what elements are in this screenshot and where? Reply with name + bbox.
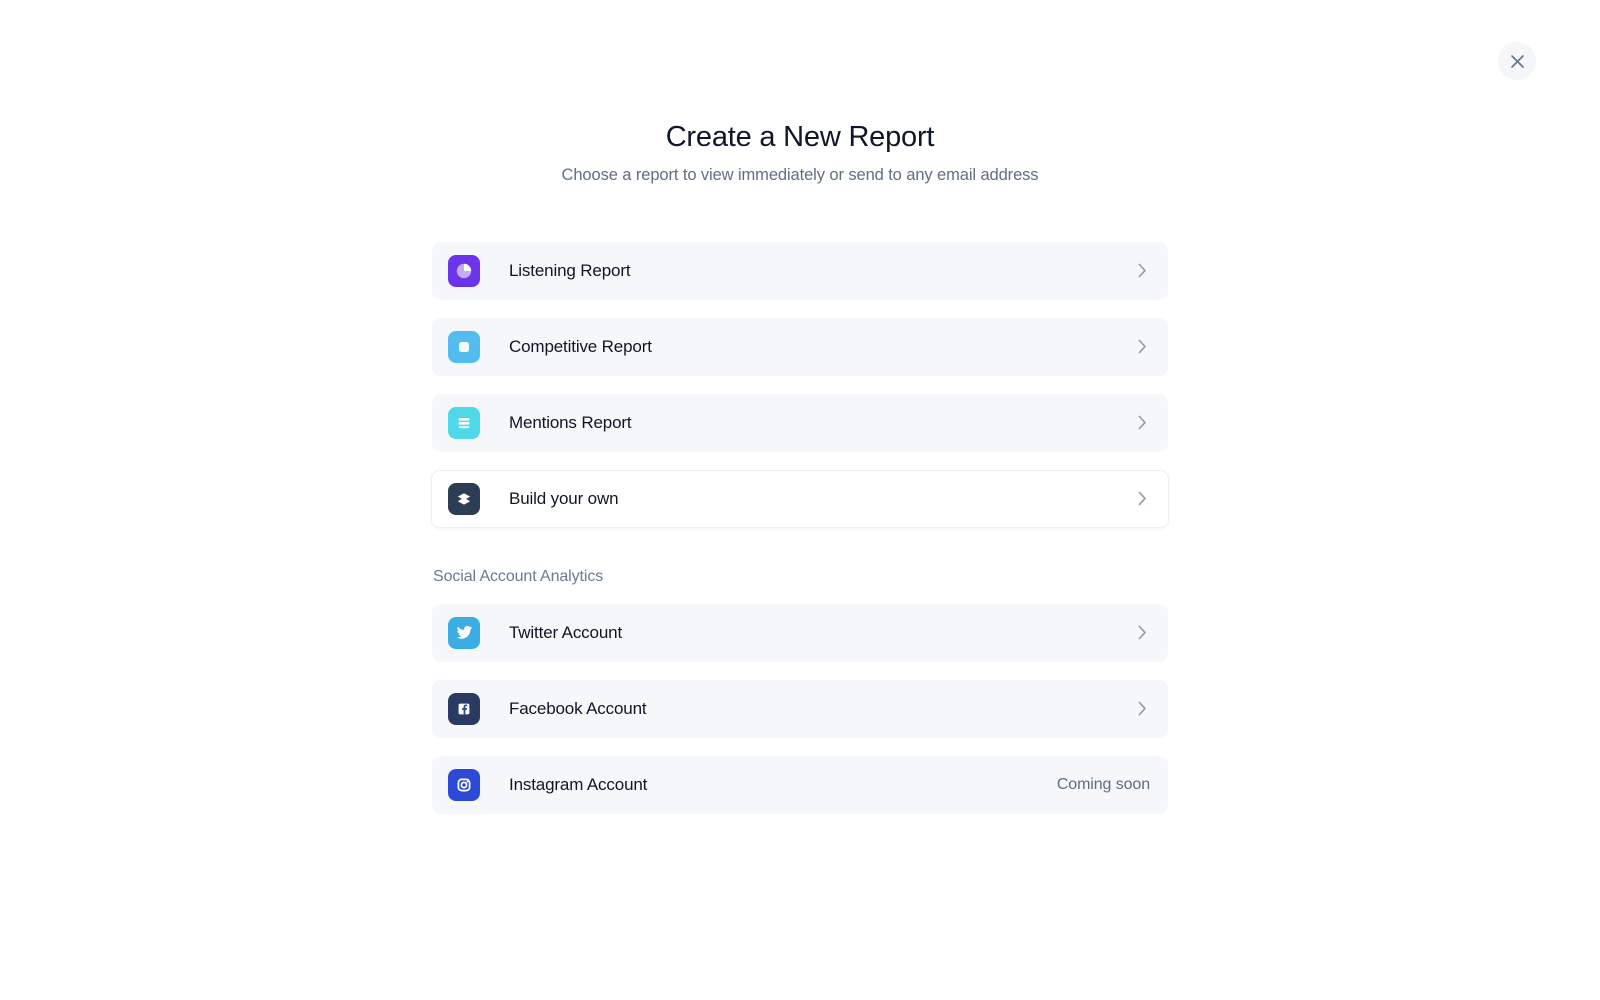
report-option-build-your-own[interactable]: Build your own — [431, 469, 1169, 528]
social-option-label: Instagram Account — [509, 774, 648, 794]
facebook-f-icon — [448, 692, 480, 725]
layers-stack-icon — [448, 482, 480, 515]
report-option-label: Listening Report — [509, 260, 631, 280]
close-button[interactable] — [1498, 42, 1536, 80]
close-icon — [1510, 54, 1525, 69]
report-option-label: Build your own — [509, 488, 619, 508]
listening-pie-icon — [448, 254, 480, 287]
create-report-modal: Create a New Report Choose a report to v… — [0, 0, 1600, 1000]
social-option-facebook[interactable]: Facebook Account — [432, 679, 1168, 738]
status-badge-coming-soon: Coming soon — [1056, 775, 1150, 793]
mentions-list-icon — [448, 406, 480, 439]
chevron-right-icon[interactable] — [1134, 625, 1150, 640]
page-subtitle: Choose a report to view immediately or s… — [561, 165, 1039, 184]
report-option-label: Competitive Report — [509, 336, 652, 356]
chevron-right-icon[interactable] — [1134, 415, 1150, 430]
social-option-label: Twitter Account — [509, 622, 623, 642]
social-option-label: Facebook Account — [509, 698, 647, 718]
chevron-right-icon[interactable] — [1134, 701, 1150, 716]
page-title: Create a New Report — [665, 121, 935, 153]
report-option-mentions[interactable]: Mentions Report — [432, 393, 1168, 452]
report-option-label: Mentions Report — [509, 412, 632, 432]
report-options-list: Listening Report Competitive Report Ment… — [431, 185, 1169, 814]
chevron-right-icon[interactable] — [1134, 263, 1150, 278]
instagram-camera-icon — [448, 768, 480, 801]
modal-header: Create a New Report Choose a report to v… — [0, 0, 1600, 185]
social-option-twitter[interactable]: Twitter Account — [432, 603, 1168, 662]
social-option-instagram[interactable]: Instagram Account Coming soon — [432, 755, 1168, 814]
report-option-competitive[interactable]: Competitive Report — [432, 317, 1168, 376]
competitive-square-icon — [448, 330, 480, 363]
section-heading-social-account-analytics: Social Account Analytics — [433, 567, 604, 585]
chevron-right-icon[interactable] — [1134, 339, 1150, 354]
report-option-listening[interactable]: Listening Report — [432, 241, 1168, 300]
twitter-bird-icon — [448, 616, 480, 649]
chevron-right-icon[interactable] — [1134, 491, 1150, 506]
